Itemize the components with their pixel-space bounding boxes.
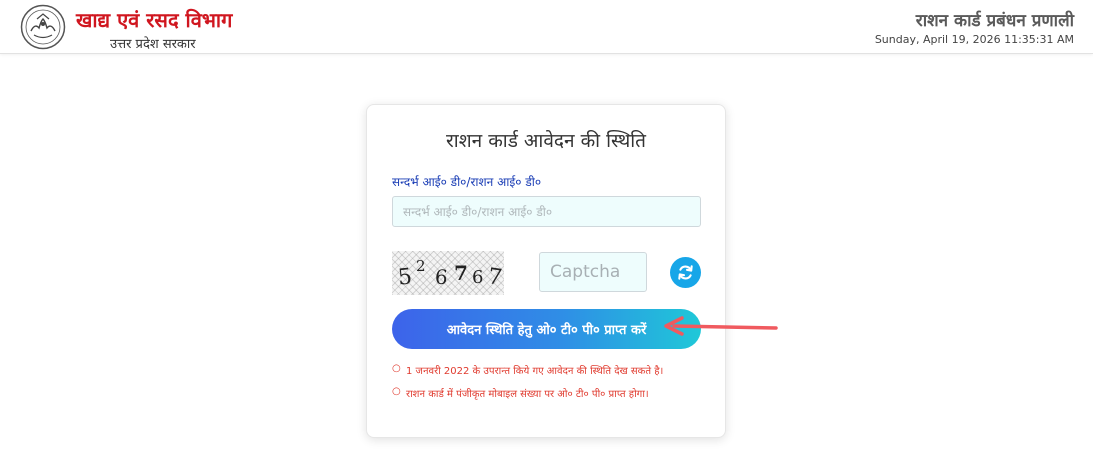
circle-bullet-icon: ○ [392, 363, 401, 374]
brand-subtitle: उत्तर प्रदेश सरकार [110, 37, 196, 52]
circle-bullet-icon: ○ [392, 386, 401, 397]
annotation-arrow-icon [664, 316, 778, 336]
refresh-icon [678, 265, 693, 280]
note-text: राशन कार्ड में पंजीकृत मोबाइल संख्या पर … [406, 389, 649, 400]
captcha-digit: 6 [472, 267, 484, 288]
note-item: ○ राशन कार्ड में पंजीकृत मोबाइल संख्या प… [392, 386, 712, 400]
captcha-digit: 2 [416, 257, 426, 275]
up-government-emblem-icon [20, 4, 66, 50]
captcha-digit: 7 [454, 261, 468, 285]
get-otp-button[interactable]: आवेदन स्थिति हेतु ओ० टी० पी० प्राप्त करे… [392, 309, 701, 349]
captcha-input[interactable] [539, 252, 647, 292]
refresh-captcha-button[interactable] [670, 257, 701, 288]
captcha-digit: 7 [486, 264, 504, 291]
application-status-card: राशन कार्ड आवेदन की स्थिति सन्दर्भ आई० ड… [366, 104, 726, 438]
note-item: ○ 1 जनवरी 2022 के उपरान्त किये गए आवेदन … [392, 363, 712, 377]
reference-id-input[interactable] [392, 196, 701, 227]
header-datetime: Sunday, April 19, 2026 11:35:31 AM [874, 33, 1074, 46]
form-title: राशन कार्ड आवेदन की स्थिति [446, 130, 646, 152]
captcha-digit: 5 [396, 264, 414, 291]
captcha-image: 5 2 6 7 6 7 [392, 251, 504, 295]
captcha-digit: 6 [434, 264, 449, 290]
note-text: 1 जनवरी 2022 के उपरान्त किये गए आवेदन की… [406, 366, 664, 377]
reference-id-label: सन्दर्भ आई० डी०/राशन आई० डी० [392, 175, 542, 189]
info-notes: ○ 1 जनवरी 2022 के उपरान्त किये गए आवेदन … [392, 363, 712, 409]
site-header: खाद्य एवं रसद विभाग उत्तर प्रदेश सरकार र… [0, 0, 1093, 54]
system-name: राशन कार्ड प्रबंधन प्रणाली [915, 11, 1074, 31]
brand-title: खाद्य एवं रसद विभाग [76, 8, 233, 32]
